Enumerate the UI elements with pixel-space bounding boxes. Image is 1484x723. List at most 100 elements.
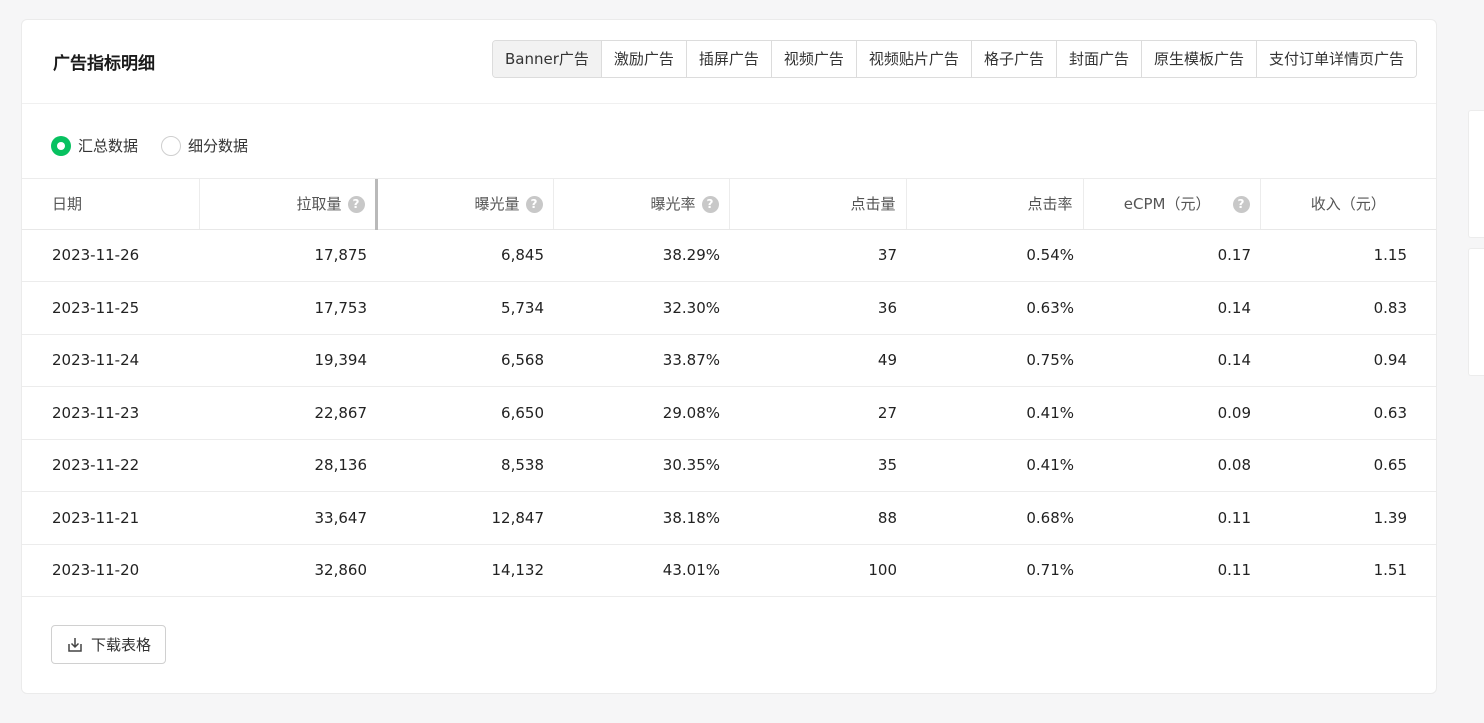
radio-summary-label: 汇总数据 [78, 137, 139, 155]
cell-revenue: 0.94 [1260, 334, 1436, 387]
radio-summary[interactable]: 汇总数据 [51, 135, 138, 156]
tab-grid[interactable]: 格子广告 [970, 41, 1056, 77]
cell-ecpm: 0.11 [1083, 544, 1260, 597]
cell-impressions: 14,132 [376, 544, 553, 597]
card-header: 广告指标明细 Banner广告 激励广告 插屏广告 视频广告 视频贴片广告 格子… [22, 20, 1436, 104]
cell-impression-rate: 33.87% [553, 334, 729, 387]
download-label: 下载表格 [90, 636, 151, 654]
cell-ctr: 0.75% [906, 334, 1083, 387]
radio-checked-icon [51, 135, 71, 156]
help-icon[interactable]: ? [525, 196, 543, 214]
table-row: 2023-11-24 19,394 6,568 33.87% 49 0.75% 0.14 0.… [22, 334, 1436, 387]
cell-impressions: 6,650 [376, 386, 553, 440]
help-icon[interactable]: ? [1232, 196, 1250, 214]
table-row: 2023-11-26 17,875 6,845 38.29% 37 0.54% 0.17 1.… [22, 229, 1436, 282]
ad-metrics-card: 广告指标明细 Banner广告 激励广告 插屏广告 视频广告 视频贴片广告 格子… [21, 19, 1437, 694]
cell-impressions: 6,568 [376, 334, 553, 387]
col-revenue: 收入（元） [1259, 179, 1436, 230]
cell-ecpm: 0.14 [1083, 334, 1260, 387]
radio-detail[interactable]: 细分数据 [161, 135, 248, 156]
cell-revenue: 0.63 [1260, 386, 1436, 440]
tab-interstitial[interactable]: 插屏广告 [685, 41, 771, 77]
cell-requests: 19,394 [199, 334, 376, 387]
side-panel-edge [1468, 110, 1484, 238]
ad-type-tabs: Banner广告 激励广告 插屏广告 视频广告 视频贴片广告 格子广告 封面广告… [491, 40, 1417, 78]
download-table-button[interactable]: 下载表格 [51, 625, 166, 664]
col-impression-rate: 曝光率? [552, 179, 729, 230]
cell-ctr: 0.71% [906, 544, 1083, 597]
cell-impression-rate: 30.35% [553, 439, 729, 492]
cell-ctr: 0.41% [906, 439, 1083, 492]
cell-requests: 33,647 [199, 491, 376, 545]
data-mode-radio-group: 汇总数据 细分数据 [22, 104, 1436, 179]
cell-date: 2023-11-23 [22, 386, 199, 440]
table-row: 2023-11-20 32,860 14,132 43.01% 100 0.71% 0.11… [22, 544, 1436, 597]
table-row: 2023-11-21 33,647 12,847 38.18% 88 0.68% 0.11 1… [22, 491, 1436, 545]
radio-unchecked-icon [161, 135, 181, 156]
cell-impression-rate: 38.29% [553, 229, 729, 282]
cell-impressions: 6,845 [376, 229, 553, 282]
table-row: 2023-11-23 22,867 6,650 29.08% 27 0.41% 0.09 0.… [22, 386, 1436, 440]
cell-revenue: 1.51 [1260, 544, 1436, 597]
metrics-table: 日期 拉取量? 曝光量? 曝光率? 点击量 点击率 eCPM（元）? 收入（元）… [22, 179, 1436, 597]
tab-payment-order[interactable]: 支付订单详情页广告 [1255, 41, 1416, 77]
col-date: 日期 [22, 179, 199, 230]
cell-date: 2023-11-20 [22, 544, 199, 597]
cell-revenue: 1.15 [1260, 229, 1436, 282]
tab-video[interactable]: 视频广告 [770, 41, 856, 77]
cell-revenue: 1.39 [1260, 491, 1436, 545]
cell-requests: 17,875 [199, 229, 376, 282]
cell-clicks: 35 [729, 439, 906, 492]
cell-requests: 17,753 [199, 281, 376, 335]
cell-impressions: 12,847 [376, 491, 553, 545]
cell-ecpm: 0.17 [1083, 229, 1260, 282]
help-icon[interactable]: ? [347, 196, 365, 214]
radio-detail-label: 细分数据 [188, 137, 249, 155]
col-clicks: 点击量 [728, 179, 906, 230]
cell-revenue: 0.65 [1260, 439, 1436, 492]
cell-clicks: 36 [729, 281, 906, 335]
cell-impression-rate: 29.08% [553, 386, 729, 440]
cell-ecpm: 0.09 [1083, 386, 1260, 440]
table-header-row: 日期 拉取量? 曝光量? 曝光率? 点击量 点击率 eCPM（元）? 收入（元） [22, 179, 1436, 230]
cell-ctr: 0.63% [906, 281, 1083, 335]
cell-ctr: 0.41% [906, 386, 1083, 440]
col-ecpm: eCPM（元）? [1082, 179, 1260, 230]
cell-date: 2023-11-25 [22, 281, 199, 335]
cell-date: 2023-11-26 [22, 229, 199, 282]
col-ctr: 点击率 [905, 179, 1083, 230]
cell-clicks: 27 [729, 386, 906, 440]
cell-clicks: 100 [729, 544, 906, 597]
card-footer: 下载表格 [22, 597, 1436, 693]
tab-video-patch[interactable]: 视频贴片广告 [855, 41, 971, 77]
table-body: 2023-11-26 17,875 6,845 38.29% 37 0.54% 0.17 1.… [22, 229, 1436, 597]
cell-requests: 22,867 [199, 386, 376, 440]
cell-impressions: 8,538 [376, 439, 553, 492]
cell-requests: 32,860 [199, 544, 376, 597]
cell-ctr: 0.54% [906, 229, 1083, 282]
card-title: 广告指标明细 [53, 54, 155, 74]
cell-clicks: 49 [729, 334, 906, 387]
cell-clicks: 37 [729, 229, 906, 282]
col-requests: 拉取量? [198, 179, 378, 230]
help-icon[interactable]: ? [701, 196, 719, 214]
cell-ecpm: 0.08 [1083, 439, 1260, 492]
side-panel-edge [1468, 248, 1484, 376]
cell-requests: 28,136 [199, 439, 376, 492]
cell-clicks: 88 [729, 491, 906, 545]
cell-impression-rate: 38.18% [553, 491, 729, 545]
download-icon [68, 637, 82, 652]
cell-ecpm: 0.14 [1083, 281, 1260, 335]
cell-ecpm: 0.11 [1083, 491, 1260, 545]
cell-impression-rate: 43.01% [553, 544, 729, 597]
table-row: 2023-11-25 17,753 5,734 32.30% 36 0.63% 0.14 0.… [22, 281, 1436, 335]
table-row: 2023-11-22 28,136 8,538 30.35% 35 0.41% 0.08 0.… [22, 439, 1436, 492]
tab-native-template[interactable]: 原生模板广告 [1140, 41, 1256, 77]
tab-rewarded[interactable]: 激励广告 [600, 41, 686, 77]
col-impressions: 曝光量? [375, 179, 553, 230]
cell-date: 2023-11-24 [22, 334, 199, 387]
cell-revenue: 0.83 [1260, 281, 1436, 335]
cell-impression-rate: 32.30% [553, 281, 729, 335]
tab-banner[interactable]: Banner广告 [492, 41, 601, 77]
tab-cover[interactable]: 封面广告 [1055, 41, 1141, 77]
